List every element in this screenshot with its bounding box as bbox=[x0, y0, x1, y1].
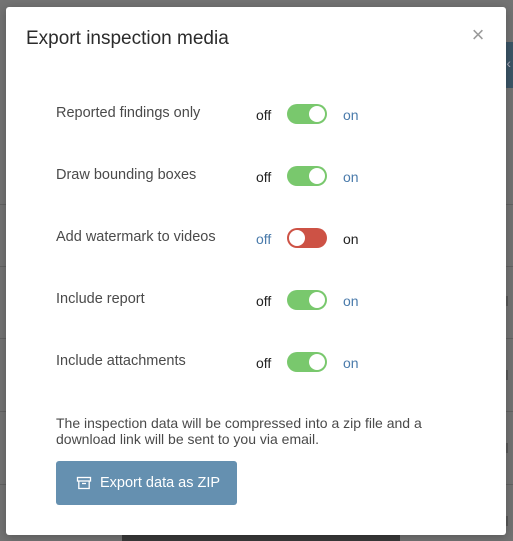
off-option[interactable]: off bbox=[256, 169, 271, 185]
toggle-knob bbox=[309, 354, 325, 370]
off-option[interactable]: off bbox=[256, 355, 271, 371]
option-row: Draw bounding boxes off on bbox=[56, 163, 456, 189]
toggle-knob bbox=[309, 106, 325, 122]
toggle-knob bbox=[289, 230, 305, 246]
on-option[interactable]: on bbox=[343, 231, 359, 247]
toggle-switch[interactable] bbox=[287, 352, 327, 372]
option-row: Reported findings only off on bbox=[56, 101, 456, 127]
off-option[interactable]: off bbox=[256, 293, 271, 309]
toggle-switch[interactable] bbox=[287, 290, 327, 310]
archive-icon bbox=[76, 476, 92, 490]
toggle-knob bbox=[309, 292, 325, 308]
export-dialog: Export inspection media × Reported findi… bbox=[6, 7, 506, 535]
export-zip-button[interactable]: Export data as ZIP bbox=[56, 461, 237, 505]
off-option[interactable]: off bbox=[256, 231, 271, 247]
on-option[interactable]: on bbox=[343, 355, 359, 371]
option-row: Include attachments off on bbox=[56, 349, 456, 375]
option-label: Include attachments bbox=[56, 353, 186, 369]
close-icon[interactable]: × bbox=[468, 24, 488, 46]
on-option[interactable]: on bbox=[343, 107, 359, 123]
on-option[interactable]: on bbox=[343, 293, 359, 309]
option-row: Add watermark to videos off on bbox=[56, 225, 456, 251]
toggle-knob bbox=[309, 168, 325, 184]
export-button-label: Export data as ZIP bbox=[100, 475, 221, 491]
toggle-switch[interactable] bbox=[287, 104, 327, 124]
option-label: Include report bbox=[56, 291, 145, 307]
info-text: The inspection data will be compressed i… bbox=[56, 415, 422, 447]
dialog-title: Export inspection media bbox=[26, 28, 229, 49]
toggle-switch[interactable] bbox=[287, 166, 327, 186]
toggle-switch[interactable] bbox=[287, 228, 327, 248]
option-label: Draw bounding boxes bbox=[56, 167, 197, 183]
option-row: Include report off on bbox=[56, 287, 456, 313]
option-label: Reported findings only bbox=[56, 105, 201, 121]
on-option[interactable]: on bbox=[343, 169, 359, 185]
option-label: Add watermark to videos bbox=[56, 229, 216, 245]
off-option[interactable]: off bbox=[256, 107, 271, 123]
chevron-icon: ‹ bbox=[506, 55, 511, 71]
